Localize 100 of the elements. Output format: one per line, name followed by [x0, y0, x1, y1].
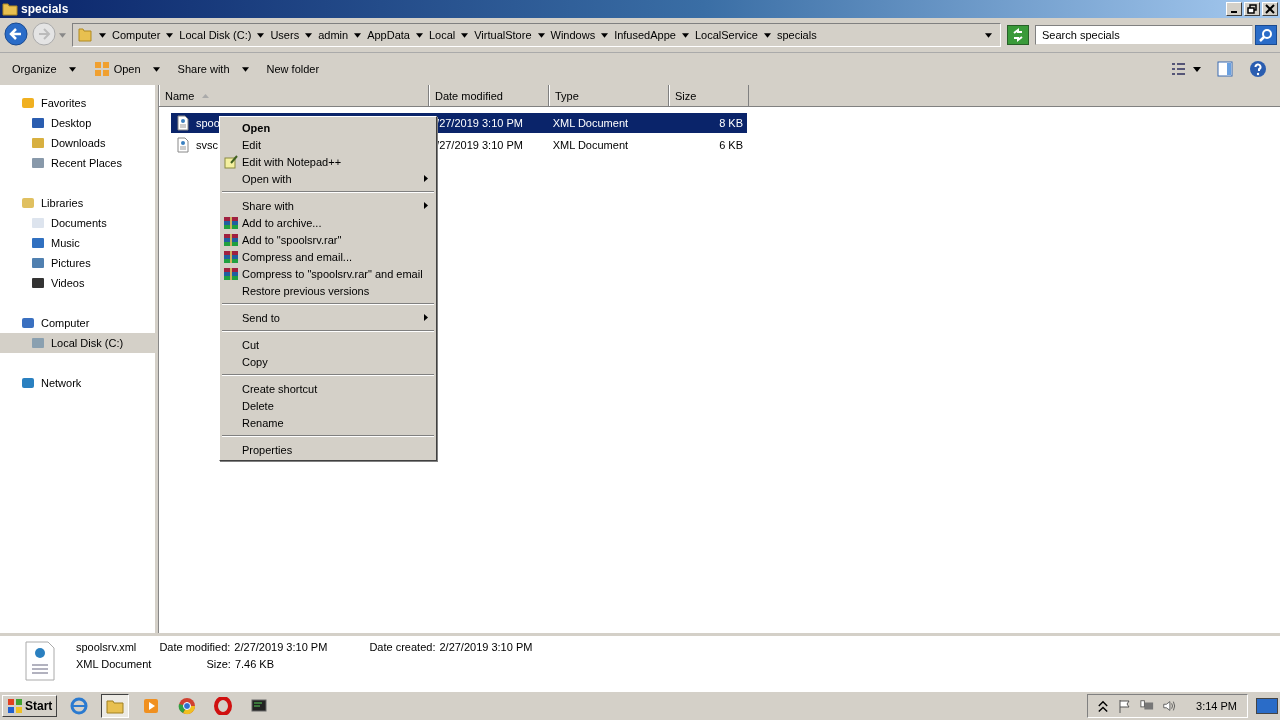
caret-icon [68, 66, 76, 72]
menu-item[interactable]: Create shortcut [220, 380, 436, 397]
back-button[interactable] [3, 22, 29, 48]
menu-item[interactable]: Properties [220, 441, 436, 458]
search-button[interactable] [1255, 25, 1277, 45]
folder-icon [2, 1, 18, 17]
archive-icon [224, 232, 238, 247]
size-cell: 6 KB [719, 139, 743, 151]
clock[interactable]: 3:14 PM [1196, 700, 1237, 712]
restore-button[interactable] [1244, 2, 1260, 16]
toolbar-dropdown[interactable]: Organize [6, 61, 82, 77]
chevron-icon[interactable] [305, 32, 313, 38]
file-name[interactable]: svsc [195, 137, 219, 153]
menu-item[interactable]: Open with [220, 170, 436, 187]
breadcrumb[interactable]: specials [776, 29, 817, 41]
menu-item[interactable]: Rename [220, 414, 436, 431]
breadcrumb[interactable]: Local Disk (C:) [179, 29, 252, 41]
chevron-icon[interactable] [166, 32, 174, 38]
type-cell: XML Document [552, 139, 629, 151]
toolbar-button[interactable]: New folder [260, 61, 326, 77]
menu-item[interactable]: Open [220, 119, 436, 136]
breadcrumb[interactable]: admin [318, 29, 349, 41]
breadcrumb[interactable]: InfusedAppe [614, 29, 676, 41]
chevron-icon[interactable] [681, 32, 689, 38]
sidebar-item[interactable]: Computer [0, 313, 155, 333]
window-title: specials [21, 2, 69, 16]
sidebar-item[interactable]: Libraries [0, 193, 155, 213]
sidebar-item[interactable]: Pictures [0, 253, 155, 273]
show-hidden-icon[interactable] [1096, 699, 1111, 713]
xml-file-icon [24, 641, 56, 681]
archive-icon [224, 215, 238, 230]
submenu-arrow-icon [424, 202, 428, 209]
menu-item[interactable]: Send to [220, 309, 436, 326]
toolbar-dropdown[interactable]: Share with [171, 61, 255, 77]
sidebar-item[interactable]: Music [0, 233, 155, 253]
minimize-button[interactable] [1226, 2, 1242, 16]
menu-item[interactable]: Edit [220, 136, 436, 153]
column-header[interactable]: Type [549, 85, 669, 106]
chevron-icon[interactable] [461, 32, 469, 38]
help-icon [1249, 60, 1267, 78]
column-header[interactable]: Name [159, 85, 429, 106]
refresh-button[interactable] [1007, 25, 1029, 45]
chevron-icon[interactable] [537, 32, 545, 38]
chevron-icon[interactable] [354, 32, 362, 38]
address-bar[interactable]: Computer Local Disk (C:) Users admin AppData Local VirtualStore Windows InfusedAppe LocalService specials [72, 23, 1001, 47]
menu-item[interactable]: Delete [220, 397, 436, 414]
sidebar-item[interactable]: Recent Places [0, 153, 155, 173]
sidebar-item[interactable]: Videos [0, 273, 155, 293]
sidebar-item[interactable]: Favorites [0, 93, 155, 113]
close-button[interactable] [1262, 2, 1278, 16]
toolbar-dropdown[interactable]: Open [87, 59, 166, 79]
type-cell: XML Document [552, 117, 629, 129]
breadcrumb[interactable]: Local [428, 29, 456, 41]
menu-item[interactable]: Add to "spoolsrv.rar" [220, 231, 436, 248]
breadcrumb[interactable]: AppData [367, 29, 410, 41]
file-type: XML Document [76, 658, 152, 670]
menu-item[interactable]: Cut [220, 336, 436, 353]
chevron-icon[interactable] [601, 32, 609, 38]
chevron-icon[interactable] [415, 32, 423, 38]
column-header[interactable]: Size [669, 85, 749, 106]
windows-flag-icon [7, 698, 23, 714]
menu-item[interactable]: Restore previous versions [220, 282, 436, 299]
start-button[interactable]: Start [2, 695, 58, 717]
menu-item[interactable]: Compress to "spoolsrv.rar" and email [220, 265, 436, 282]
archive-icon [224, 266, 238, 281]
breadcrumb[interactable]: Users [270, 29, 300, 41]
volume-icon[interactable] [1162, 699, 1177, 713]
minimize-icon [1231, 11, 1237, 13]
sidebar-item[interactable]: Local Disk (C:) [0, 333, 155, 353]
terminal-icon [250, 697, 269, 715]
media-icon [142, 697, 161, 715]
chevron-icon[interactable] [257, 32, 265, 38]
field-label: Date created: [369, 641, 436, 653]
breadcrumb[interactable]: Windows [550, 29, 596, 41]
date-cell: /27/2019 3:10 PM [436, 139, 523, 151]
field-value: 2/27/2019 3:10 PM [234, 641, 328, 653]
restore-icon [1247, 4, 1257, 14]
menu-item[interactable]: Share with [220, 197, 436, 214]
taskbar-button[interactable] [101, 694, 130, 718]
breadcrumb[interactable]: VirtualStore [474, 29, 532, 41]
pane-icon [1217, 61, 1233, 77]
menu-item[interactable]: Add to archive... [220, 214, 436, 231]
sidebar-item[interactable]: Documents [0, 213, 155, 233]
breadcrumb[interactable]: Computer [112, 29, 161, 41]
chevron-icon[interactable] [763, 32, 771, 38]
dropdown-icon[interactable] [985, 32, 992, 38]
menu-item[interactable]: Edit with Notepad++ [220, 153, 436, 170]
field-label: Size: [206, 658, 231, 670]
column-header[interactable]: Date modified [429, 85, 549, 106]
sidebar-item[interactable]: Desktop [0, 113, 155, 133]
menu-item[interactable]: Copy [220, 353, 436, 370]
field-value: 7.46 KB [234, 658, 274, 670]
sidebar-item[interactable]: Network [0, 373, 155, 393]
menu-item[interactable]: Compress and email... [220, 248, 436, 265]
date-cell: /27/2019 3:10 PM [436, 117, 523, 129]
breadcrumb[interactable]: LocalService [694, 29, 758, 41]
search-field[interactable]: Search specials [1035, 25, 1253, 45]
flag-icon[interactable] [1118, 699, 1133, 713]
chevron-icon[interactable] [99, 32, 106, 38]
sidebar-item[interactable]: Downloads [0, 133, 155, 153]
